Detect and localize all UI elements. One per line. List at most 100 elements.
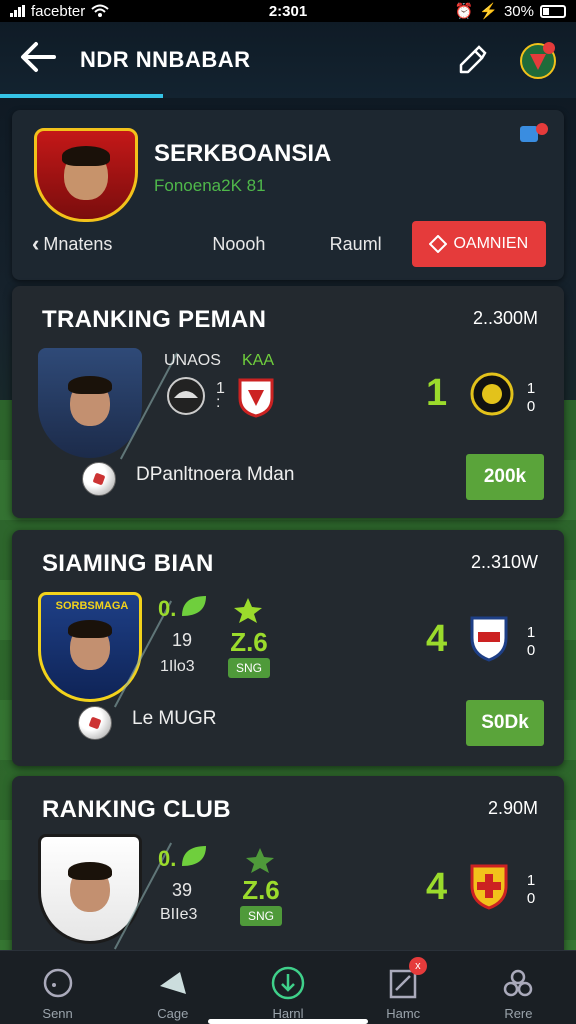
stat-b: 19 — [172, 630, 193, 650]
nav-label: Hamc — [386, 1006, 421, 1021]
score-column: 1 0 — [524, 872, 538, 908]
star-icon — [246, 848, 274, 873]
player-shield — [38, 348, 142, 458]
nav-label: Senn — [42, 1006, 73, 1021]
nav-item-cage[interactable]: Cage — [115, 951, 230, 1024]
rank-number: 4 — [426, 618, 448, 660]
card-action-button[interactable]: 200k — [466, 454, 544, 500]
leaf-icon — [182, 596, 206, 616]
card-value: 2.90M — [487, 798, 538, 818]
score-bottom: 0 — [526, 642, 536, 659]
bottom-navigation: Senn Cage Harnl x Hamc Rere — [0, 950, 576, 1024]
home-indicator[interactable] — [208, 1019, 368, 1024]
score-top: 1 — [526, 624, 536, 641]
stat-a: 0. — [158, 846, 177, 871]
club-crest-icon — [470, 864, 508, 910]
score-column: 1 0 — [524, 380, 538, 416]
ranking-card[interactable]: TRANKING PEMAN 2..300M UNAOS KAA 1 : 1 1… — [12, 286, 564, 518]
profile-card: SERKBOANSIA Fonoena2K 81 ‹ Mnatens Noooh… — [12, 110, 564, 280]
card-action-button[interactable]: S0Dk — [466, 700, 544, 746]
z-rating: Z.6 SNG — [226, 628, 272, 678]
z-value: Z.6 — [242, 875, 280, 905]
club-crest-icon — [470, 616, 508, 662]
player-name: DPanltnoera Mdan — [136, 464, 295, 485]
ranking-card[interactable]: SIAMING BIAN 2..310W SORBSMAGA 0. 19 1Il… — [12, 530, 564, 766]
card-title: RANKING CLUB — [42, 796, 231, 823]
profile-icon — [504, 969, 533, 997]
card-value: 2..310W — [470, 552, 538, 572]
notification-icon[interactable] — [520, 122, 550, 144]
app-header: NDR NNBABAR — [0, 22, 576, 98]
back-arrow-icon — [21, 42, 56, 72]
cta-label: OAMNIEN — [453, 235, 529, 252]
player-portrait — [68, 620, 112, 670]
football-icon — [82, 462, 116, 496]
score-bottom: 0 — [526, 398, 536, 415]
player-portrait — [62, 146, 110, 200]
score-bottom: 0 — [526, 890, 536, 907]
rank-number: 1 — [426, 372, 448, 414]
nav-label: Cage — [157, 1006, 189, 1021]
stat-label: UNAOS — [164, 352, 221, 369]
profile-avatar-button[interactable] — [518, 40, 558, 80]
score-column: 1 0 — [524, 624, 538, 660]
club-badge-icon — [167, 377, 205, 415]
signal-icon — [10, 5, 25, 17]
mini-score: 1 : — [216, 380, 225, 411]
back-button[interactable] — [18, 40, 62, 80]
ranking-card[interactable]: RANKING CLUB 2.90M 0. 39 BIIe3 Z.6 SNG 4… — [12, 776, 564, 966]
player-portrait — [68, 376, 112, 426]
page-title: NDR NNBABAR — [80, 47, 251, 72]
carrier-name: facebter — [31, 2, 86, 20]
football-icon — [78, 706, 112, 740]
leaf-icon — [182, 846, 206, 866]
edit-icon — [459, 45, 487, 74]
diamond-icon — [429, 235, 448, 253]
player-crest — [34, 128, 138, 222]
profile-tabs: ‹ Mnatens Noooh Rauml OAMNIEN — [32, 220, 546, 268]
rival-badge-icon — [238, 378, 274, 418]
nav-item-harnl[interactable]: Harnl — [230, 951, 345, 1024]
status-bar: facebter 2:301 ⏰ ⚡ 30% — [0, 0, 576, 22]
star-icon — [234, 598, 262, 623]
pick-icon — [159, 972, 186, 994]
card-value: 2..300M — [472, 308, 538, 328]
tab-mnatens[interactable]: ‹ Mnatens — [32, 231, 178, 257]
wifi-icon — [91, 4, 109, 17]
crest-text: SORBSMAGA — [55, 600, 129, 612]
alarm-icon: ⏰ — [454, 3, 474, 20]
nav-item-hamc[interactable]: x Hamc — [346, 951, 461, 1024]
avatar-badge-icon — [520, 42, 556, 79]
cta-button[interactable]: OAMNIEN — [411, 221, 546, 267]
sng-tag: SNG — [228, 658, 270, 678]
battery-icon — [540, 4, 566, 18]
score-top: 1 — [526, 380, 536, 397]
charging-icon: ⚡ — [479, 3, 498, 20]
active-tab-indicator — [0, 94, 163, 98]
edit-button[interactable] — [452, 40, 492, 80]
tab-noooh[interactable]: Noooh — [178, 234, 300, 255]
club-crest-icon — [470, 372, 514, 416]
circle-icon — [43, 968, 72, 998]
sng-tag: SNG — [240, 906, 282, 926]
nav-item-rere[interactable]: Rere — [461, 951, 576, 1024]
card-title: TRANKING PEMAN — [42, 306, 267, 333]
clock: 2:301 — [268, 2, 308, 20]
profile-subtitle: Fonoena2K 81 — [154, 176, 266, 195]
z-rating: Z.6 SNG — [238, 876, 284, 926]
card-title: SIAMING BIAN — [42, 550, 214, 577]
home-down-icon — [271, 966, 305, 1000]
stat-label-green: KAA — [242, 352, 275, 369]
player-portrait — [68, 862, 112, 912]
player-name: Le MUGR — [132, 708, 217, 729]
score-top: 1 — [526, 872, 536, 889]
nav-item-senn[interactable]: Senn — [0, 951, 115, 1024]
tab-rauml[interactable]: Rauml — [300, 234, 412, 255]
battery-percent: 30% — [503, 2, 534, 20]
rank-number: 4 — [426, 866, 448, 908]
chevron-left-icon: ‹ — [32, 231, 40, 256]
notification-badge: x — [408, 957, 427, 975]
profile-name: SERKBOANSIA — [154, 140, 332, 167]
stat-b: 39 — [172, 880, 193, 900]
stat-c: 1Ilo3 — [160, 658, 195, 675]
